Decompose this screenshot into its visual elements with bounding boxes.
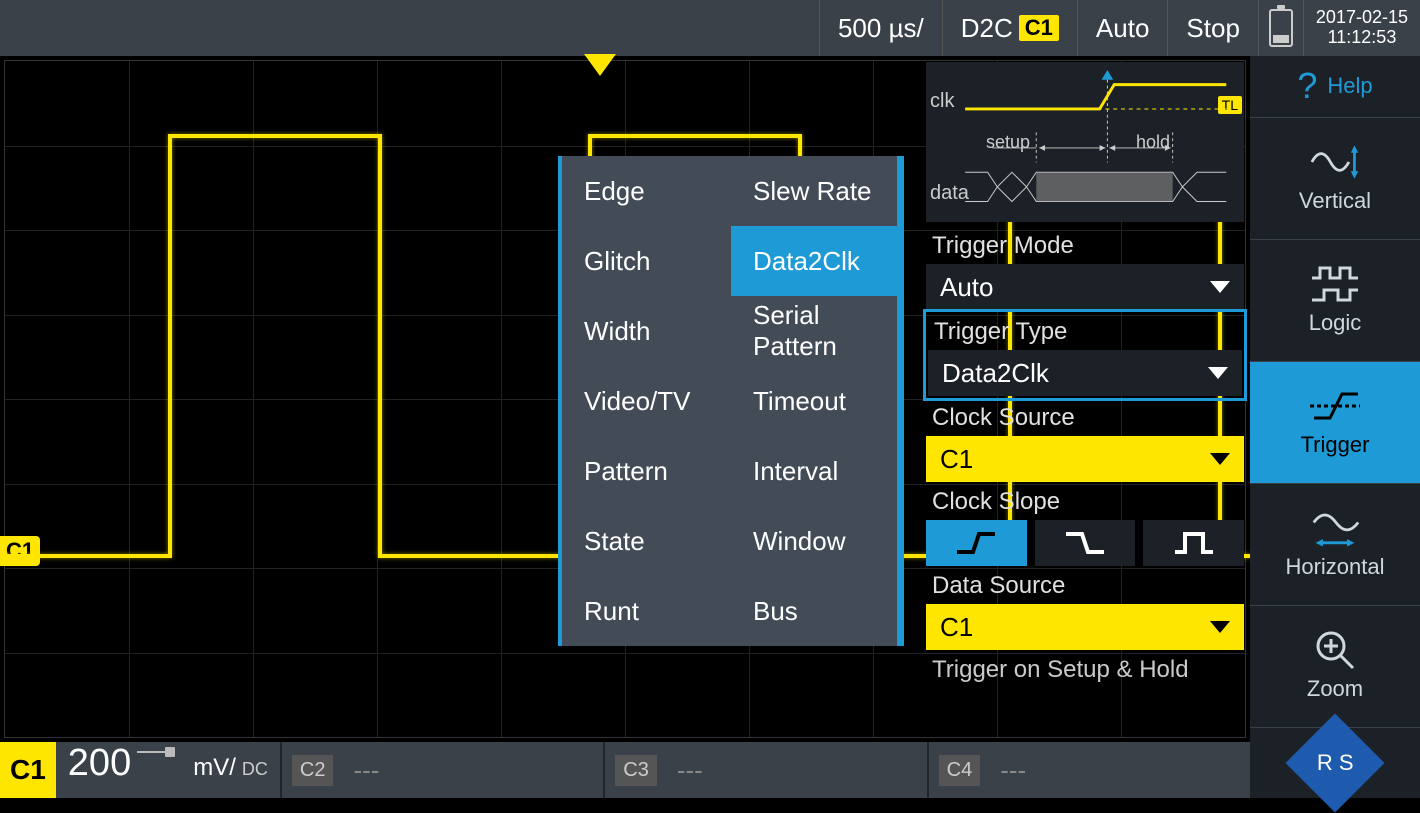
trigger-type-label: Trigger Type [928, 314, 1242, 348]
slope-falling-button[interactable] [1035, 520, 1136, 566]
clock-source-value: C1 [940, 444, 973, 475]
sidebar-trigger[interactable]: Trigger [1250, 362, 1420, 484]
ch1-badge[interactable]: C1 [0, 742, 56, 798]
sidebar-horizontal-label: Horizontal [1285, 554, 1384, 580]
slope-either-button[interactable] [1143, 520, 1244, 566]
trigger-icon [1310, 386, 1360, 426]
sidebar-trigger-label: Trigger [1301, 432, 1370, 458]
trigger-type-group: Trigger Type Data2Clk [926, 312, 1244, 398]
ch3-badge: C3 [615, 755, 657, 786]
popup-item-slewrate[interactable]: Slew Rate [731, 156, 900, 226]
help-button[interactable]: ? Help [1250, 56, 1420, 118]
ch2-badge: C2 [292, 755, 334, 786]
popup-item-window[interactable]: Window [731, 506, 900, 576]
chevron-down-icon [1210, 621, 1230, 633]
time: 11:12:53 [1328, 28, 1397, 48]
ch4-slot[interactable]: C4 --- [929, 742, 1250, 798]
timebase[interactable]: 500 µs/ [819, 0, 942, 56]
channel-bar: C1 200 mV/ DC C2 --- C3 --- C4 --- [0, 742, 1250, 798]
popup-item-bus[interactable]: Bus [731, 576, 900, 646]
popup-item-video[interactable]: Video/TV [562, 366, 731, 436]
data-source-label: Data Source [926, 568, 1244, 602]
rising-edge-icon [953, 530, 999, 556]
ch4-badge: C4 [939, 755, 981, 786]
sidebar-zoom[interactable]: Zoom [1250, 606, 1420, 728]
popup-item-width[interactable]: Width [562, 296, 731, 366]
slope-rising-button[interactable] [926, 520, 1027, 566]
ch4-value: --- [1000, 755, 1026, 786]
trigger-channel-badge: C1 [1019, 15, 1059, 41]
sidebar-vertical[interactable]: Vertical [1250, 118, 1420, 240]
popup-item-pattern[interactable]: Pattern [562, 436, 731, 506]
data-source-value: C1 [940, 612, 973, 643]
sidebar-horizontal[interactable]: Horizontal [1250, 484, 1420, 606]
run-state[interactable]: Stop [1167, 0, 1258, 56]
popup-item-edge[interactable]: Edge [562, 156, 731, 226]
timing-diagram-svg [934, 70, 1236, 216]
help-icon: ? [1297, 65, 1317, 107]
sidebar-logic[interactable]: Logic [1250, 240, 1420, 362]
zoom-icon [1310, 630, 1360, 670]
clock-slope-label: Clock Slope [926, 484, 1244, 518]
trigger-settings-panel: clk setup hold data TL Trigger Mode Auto… [920, 56, 1250, 742]
right-sidebar: ? Help Vertical Logic Trigger Horizontal… [1250, 56, 1420, 798]
popup-item-interval[interactable]: Interval [731, 436, 900, 506]
chevron-down-icon [1208, 367, 1228, 379]
timing-diagram: clk setup hold data TL [926, 62, 1244, 222]
help-label: Help [1327, 73, 1372, 99]
either-edge-icon [1171, 530, 1217, 556]
popup-item-data2clk[interactable]: Data2Clk [731, 226, 900, 296]
battery-cell [1258, 0, 1303, 56]
sidebar-logic-label: Logic [1309, 310, 1362, 336]
brand-logo: R S [1250, 728, 1420, 798]
clock-source-dropdown[interactable]: C1 [926, 436, 1244, 482]
popup-item-glitch[interactable]: Glitch [562, 226, 731, 296]
ch1-unit: mV/ [193, 754, 236, 782]
data-source-group: Data Source C1 [926, 568, 1244, 650]
top-bar: 500 µs/ D2C C1 Auto Stop 2017-02-15 11:1… [0, 0, 1420, 56]
clock-source-group: Clock Source C1 [926, 400, 1244, 482]
sidebar-vertical-label: Vertical [1299, 188, 1371, 214]
popup-item-runt[interactable]: Runt [562, 576, 731, 646]
falling-edge-icon [1062, 530, 1108, 556]
trigger-src: D2C [961, 13, 1013, 44]
trigger-type-value: Data2Clk [942, 358, 1049, 389]
data-source-dropdown[interactable]: C1 [926, 604, 1244, 650]
vertical-icon [1310, 142, 1360, 182]
ch2-value: --- [353, 755, 379, 786]
date: 2017-02-15 [1316, 8, 1408, 28]
popup-item-timeout[interactable]: Timeout [731, 366, 900, 436]
trigger-type-popup: Edge Glitch Width Video/TV Pattern State… [558, 156, 900, 646]
trigger-source-cell[interactable]: D2C C1 [942, 0, 1077, 56]
setup-hold-label: Trigger on Setup & Hold [926, 652, 1244, 686]
trigger-mode-value: Auto [940, 272, 994, 303]
trigger-mode-cell[interactable]: Auto [1077, 0, 1168, 56]
ch1-scale-value: 200 [68, 742, 131, 785]
probe-icon [137, 747, 187, 757]
sidebar-zoom-label: Zoom [1307, 676, 1363, 702]
battery-icon [1269, 9, 1293, 47]
popup-item-state[interactable]: State [562, 506, 731, 576]
chevron-down-icon [1210, 281, 1230, 293]
trigger-mode-dropdown[interactable]: Auto [926, 264, 1244, 310]
datetime: 2017-02-15 11:12:53 [1303, 0, 1420, 56]
chevron-down-icon [1210, 453, 1230, 465]
ch1-scale[interactable]: 200 mV/ DC [56, 742, 282, 798]
logic-icon [1310, 264, 1360, 304]
trigger-mode-label: Trigger Mode [926, 228, 1244, 262]
trigger-mode-group: Trigger Mode Auto [926, 228, 1244, 310]
clock-slope-group: Clock Slope [926, 484, 1244, 566]
popup-item-serial[interactable]: Serial Pattern [731, 296, 900, 366]
ch3-value: --- [677, 755, 703, 786]
ch1-coupling: DC [242, 759, 268, 780]
ch3-slot[interactable]: C3 --- [605, 742, 928, 798]
ch2-slot[interactable]: C2 --- [282, 742, 605, 798]
trigger-type-dropdown[interactable]: Data2Clk [928, 350, 1242, 396]
horizontal-icon [1310, 508, 1360, 548]
clock-source-label: Clock Source [926, 400, 1244, 434]
